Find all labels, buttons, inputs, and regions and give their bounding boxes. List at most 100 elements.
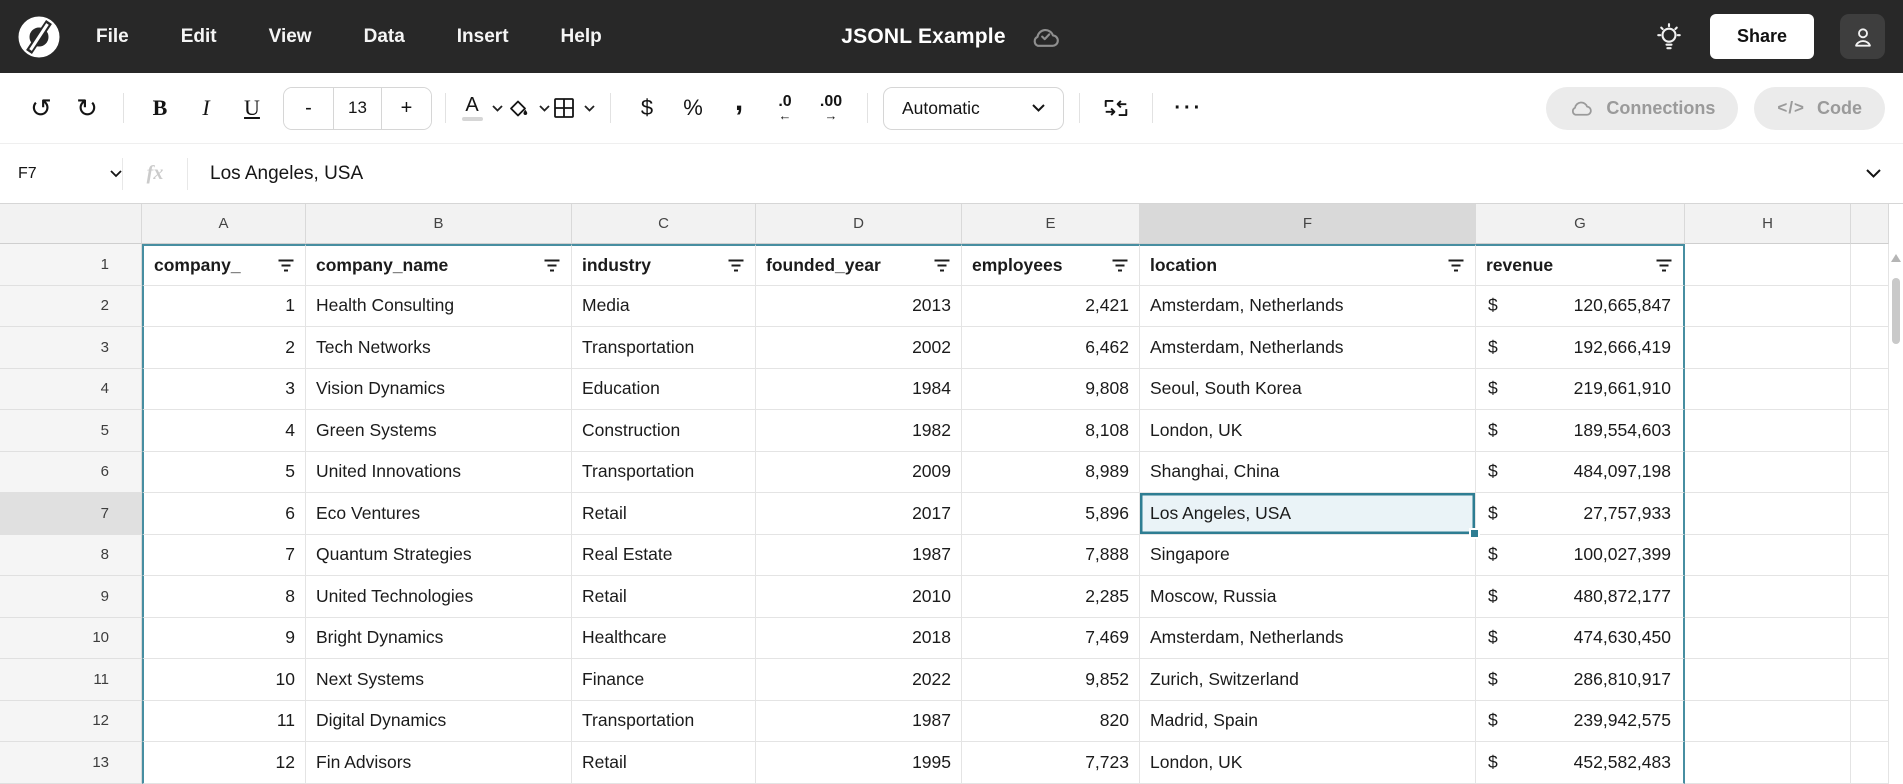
cell-A9[interactable]: 8 (142, 576, 306, 618)
menu-edit[interactable]: Edit (181, 26, 217, 48)
cell-H2[interactable] (1685, 286, 1851, 328)
cell-C1[interactable]: industry (572, 244, 756, 286)
filter-icon[interactable] (932, 258, 952, 273)
cell-H12[interactable] (1685, 701, 1851, 743)
cell-E5[interactable]: 8,108 (962, 410, 1140, 452)
cell-E7[interactable]: 5,896 (962, 493, 1140, 535)
cell-E12[interactable]: 820 (962, 701, 1140, 743)
cell-C10[interactable]: Healthcare (572, 618, 756, 660)
cell-E2[interactable]: 2,421 (962, 286, 1140, 328)
cell-G12[interactable]: $239,942,575 (1476, 701, 1685, 743)
column-header-F[interactable]: F (1140, 204, 1476, 244)
fit-content-button[interactable] (1093, 86, 1139, 130)
row-header-3[interactable]: 3 (0, 327, 142, 369)
cell-G11[interactable]: $286,810,917 (1476, 659, 1685, 701)
cell-F9[interactable]: Moscow, Russia (1140, 576, 1476, 618)
filter-icon[interactable] (276, 258, 296, 273)
cell-H7[interactable] (1685, 493, 1851, 535)
column-header-H[interactable]: H (1685, 204, 1851, 244)
connections-button[interactable]: Connections (1546, 87, 1738, 130)
column-header-partial[interactable] (1851, 204, 1889, 244)
cell-F6[interactable]: Shanghai, China (1140, 452, 1476, 494)
cell-A12[interactable]: 11 (142, 701, 306, 743)
cell-F1[interactable]: location (1140, 244, 1476, 286)
account-avatar-button[interactable] (1840, 14, 1885, 59)
cell-F13[interactable]: London, UK (1140, 742, 1476, 784)
cell-C9[interactable]: Retail (572, 576, 756, 618)
cell-E10[interactable]: 7,469 (962, 618, 1140, 660)
document-title[interactable]: JSONL Example (841, 25, 1005, 49)
cell-H3[interactable] (1685, 327, 1851, 369)
cell-H10[interactable] (1685, 618, 1851, 660)
cell-x8[interactable] (1851, 535, 1889, 577)
row-header-9[interactable]: 9 (0, 576, 142, 618)
row-header-1[interactable]: 1 (0, 244, 142, 286)
tips-lightbulb-button[interactable] (1654, 20, 1684, 54)
menu-help[interactable]: Help (561, 26, 602, 48)
cell-A10[interactable]: 9 (142, 618, 306, 660)
cell-G1[interactable]: revenue (1476, 244, 1685, 286)
bold-button[interactable]: B (137, 86, 183, 130)
filter-icon[interactable] (1446, 258, 1466, 273)
cell-F7[interactable]: Los Angeles, USA (1140, 493, 1476, 535)
cell-E13[interactable]: 7,723 (962, 742, 1140, 784)
cell-D11[interactable]: 2022 (756, 659, 962, 701)
cell-G4[interactable]: $219,661,910 (1476, 369, 1685, 411)
row-header-6[interactable]: 6 (0, 452, 142, 494)
cell-H13[interactable] (1685, 742, 1851, 784)
row-header-5[interactable]: 5 (0, 410, 142, 452)
cell-A2[interactable]: 1 (142, 286, 306, 328)
menu-data[interactable]: Data (364, 26, 405, 48)
cell-H8[interactable] (1685, 535, 1851, 577)
cell-x5[interactable] (1851, 410, 1889, 452)
row-header-4[interactable]: 4 (0, 369, 142, 411)
menu-view[interactable]: View (269, 26, 312, 48)
cell-D3[interactable]: 2002 (756, 327, 962, 369)
cell-E11[interactable]: 9,852 (962, 659, 1140, 701)
percent-format-button[interactable]: % (670, 86, 716, 130)
cell-B7[interactable]: Eco Ventures (306, 493, 572, 535)
column-header-A[interactable]: A (142, 204, 306, 244)
underline-button[interactable]: U (229, 86, 275, 130)
borders-button[interactable] (551, 86, 597, 130)
cell-B8[interactable]: Quantum Strategies (306, 535, 572, 577)
more-options-button[interactable]: ··· (1166, 86, 1212, 130)
column-header-D[interactable]: D (756, 204, 962, 244)
cell-H1[interactable] (1685, 244, 1851, 286)
cell-C4[interactable]: Education (572, 369, 756, 411)
cell-H6[interactable] (1685, 452, 1851, 494)
cell-B6[interactable]: United Innovations (306, 452, 572, 494)
row-header-12[interactable]: 12 (0, 701, 142, 743)
filter-icon[interactable] (1110, 258, 1130, 273)
menu-insert[interactable]: Insert (457, 26, 509, 48)
cell-x6[interactable] (1851, 452, 1889, 494)
cell-C5[interactable]: Construction (572, 410, 756, 452)
cell-H9[interactable] (1685, 576, 1851, 618)
cell-F12[interactable]: Madrid, Spain (1140, 701, 1476, 743)
cell-A1[interactable]: company_ (142, 244, 306, 286)
cell-G6[interactable]: $484,097,198 (1476, 452, 1685, 494)
cell-B13[interactable]: Fin Advisors (306, 742, 572, 784)
select-all-corner[interactable] (0, 204, 142, 244)
cell-B1[interactable]: company_name (306, 244, 572, 286)
comma-format-button[interactable]: , (716, 86, 762, 130)
cell-E8[interactable]: 7,888 (962, 535, 1140, 577)
cell-C8[interactable]: Real Estate (572, 535, 756, 577)
menu-file[interactable]: File (96, 26, 129, 48)
cell-C7[interactable]: Retail (572, 493, 756, 535)
cell-C2[interactable]: Media (572, 286, 756, 328)
cell-D6[interactable]: 2009 (756, 452, 962, 494)
expand-formula-bar-button[interactable] (1866, 169, 1903, 178)
cell-D7[interactable]: 2017 (756, 493, 962, 535)
formula-input[interactable]: Los Angeles, USA (210, 163, 1866, 185)
cell-B4[interactable]: Vision Dynamics (306, 369, 572, 411)
cell-F8[interactable]: Singapore (1140, 535, 1476, 577)
cell-E9[interactable]: 2,285 (962, 576, 1140, 618)
cell-D8[interactable]: 1987 (756, 535, 962, 577)
column-header-C[interactable]: C (572, 204, 756, 244)
code-button[interactable]: </> Code (1754, 87, 1885, 130)
cell-A11[interactable]: 10 (142, 659, 306, 701)
currency-format-button[interactable]: $ (624, 86, 670, 130)
cell-B12[interactable]: Digital Dynamics (306, 701, 572, 743)
vertical-scrollbar[interactable] (1889, 246, 1903, 784)
